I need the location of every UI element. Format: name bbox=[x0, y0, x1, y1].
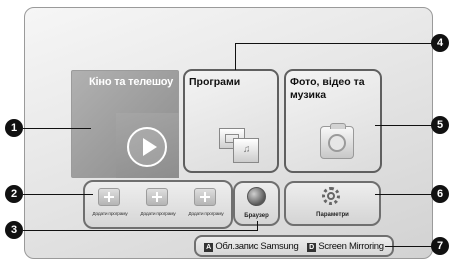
callout-4-line bbox=[235, 43, 435, 44]
photos-videos-music-tile[interactable]: Фото, відео та музика bbox=[284, 69, 382, 173]
add-app-button-3[interactable]: Додати програму bbox=[183, 185, 231, 225]
callout-4: 4 bbox=[431, 34, 449, 52]
callout-3-line bbox=[23, 230, 258, 231]
bottom-shortcut-bar: A Обл.запис Samsung D Screen Mirroring bbox=[194, 235, 394, 257]
browser-button[interactable]: Браузер bbox=[233, 181, 280, 226]
callout-2-line bbox=[23, 194, 93, 195]
callout-5: 5 bbox=[431, 116, 449, 134]
play-icon bbox=[127, 127, 167, 167]
a-key-badge: A bbox=[204, 243, 213, 252]
screen-mirroring-label: Screen Mirroring bbox=[318, 241, 384, 252]
apps-tile-title: Програми bbox=[189, 76, 241, 88]
callout-7: 7 bbox=[431, 237, 449, 255]
settings-button[interactable]: Параметри bbox=[284, 181, 381, 226]
globe-icon bbox=[247, 187, 266, 206]
screen-mirroring-shortcut[interactable]: D Screen Mirroring bbox=[307, 241, 384, 252]
samsung-recording-label: Обл.запис Samsung bbox=[215, 241, 299, 252]
movies-tile-title: Кіно та телешоу bbox=[89, 76, 174, 88]
callout-7-line bbox=[385, 246, 433, 247]
photos-tile-title: Фото, відео та музика bbox=[290, 76, 365, 101]
camera-icon bbox=[320, 123, 354, 159]
settings-label: Параметри bbox=[316, 212, 349, 218]
apps-icon bbox=[219, 128, 259, 164]
plus-icon bbox=[98, 188, 120, 206]
callout-3: 3 bbox=[5, 221, 23, 239]
callout-1-line bbox=[23, 128, 91, 129]
callout-1: 1 bbox=[5, 119, 23, 137]
gear-icon bbox=[322, 187, 340, 205]
add-app-label: Додати програму bbox=[140, 212, 176, 217]
d-key-badge: D bbox=[307, 243, 316, 252]
add-app-button-1[interactable]: Додати програму bbox=[87, 185, 135, 225]
plus-icon bbox=[194, 188, 216, 206]
add-app-button-2[interactable]: Додати програму bbox=[135, 185, 183, 225]
add-app-label: Додати програму bbox=[188, 212, 224, 217]
callout-4-line-vertical bbox=[235, 43, 236, 70]
callout-6: 6 bbox=[431, 185, 449, 203]
callout-2: 2 bbox=[5, 185, 23, 203]
plus-icon bbox=[146, 188, 168, 206]
samsung-recording-shortcut[interactable]: A Обл.запис Samsung bbox=[204, 241, 299, 252]
browser-label: Браузер bbox=[244, 213, 269, 219]
add-apps-bar: Додати програму Додати програму Додати п… bbox=[83, 180, 233, 229]
apps-tile[interactable]: Програми bbox=[183, 69, 279, 173]
callout-5-line bbox=[375, 125, 435, 126]
movies-tv-shows-tile[interactable]: Кіно та телешоу bbox=[71, 70, 179, 178]
callout-3-line-vertical bbox=[257, 221, 258, 231]
callout-6-line bbox=[375, 194, 435, 195]
add-app-label: Додати програму bbox=[92, 212, 128, 217]
